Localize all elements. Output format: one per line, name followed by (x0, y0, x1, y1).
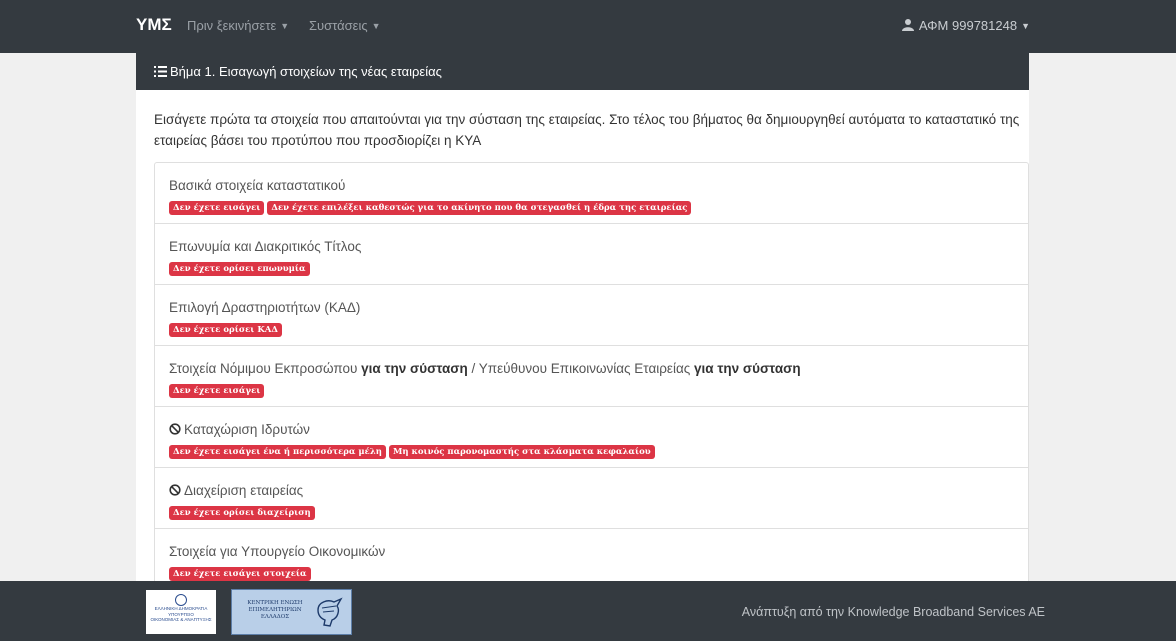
user-menu-label: ΑΦΜ 999781248 (918, 18, 1018, 33)
steps-list: Βασικά στοιχεία καταστατικού Δεν έχετε ε… (154, 162, 1029, 591)
hermes-head-icon (317, 597, 343, 627)
card-header-title: Βήμα 1. Εισαγωγή στοιχείων της νέας εται… (170, 64, 442, 79)
item-title-text: Καταχώριση Ιδρυτών (184, 422, 310, 437)
user-icon (901, 19, 914, 31)
ministry-logo-line: ΕΛΛΗΝΙΚΗ ΔΗΜΟΚΡΑΤΙΑ (154, 606, 208, 611)
status-badge: Δεν έχετε εισάγει (169, 201, 265, 215)
status-badge: Δεν έχετε εισάγει στοιχεία (169, 567, 311, 581)
item-title: Στοιχεία για Υπουργείο Οικονομικών (169, 544, 386, 559)
menu-before-you-start[interactable]: Πριν ξεκινήσετε ▼ (187, 18, 289, 33)
status-badge: Δεν έχετε εισάγει ένα ή περισσότερα μέλη (169, 445, 386, 459)
menu-before-you-start-label: Πριν ξεκινήσετε (187, 18, 277, 33)
item-title: Επιλογή Δραστηριοτήτων (ΚΑΔ) (169, 300, 361, 315)
item-title: Επωνυμία και Διακριτικός Τίτλος (169, 239, 362, 254)
item-title-part: Στοιχεία Νόμιμου Εκπροσώπου (169, 361, 362, 376)
menu-setups[interactable]: Συστάσεις ▼ (309, 18, 381, 33)
status-badge: Μη κοινός παρονομαστής στα κλάσματα κεφα… (388, 445, 655, 459)
emblem-icon (175, 594, 187, 606)
list-item-activities[interactable]: Επιλογή Δραστηριοτήτων (ΚΑΔ) Δεν έχετε ο… (155, 285, 1028, 346)
chambers-logo: ΚΕΝΤΡΙΚΗ ΕΝΩΣΗ ΕΠΙΜΕΛΗΤΗΡΙΩΝ ΕΛΛΑΔΟΣ (231, 589, 352, 635)
step-card: Βήμα 1. Εισαγωγή στοιχείων της νέας εται… (136, 53, 1029, 593)
status-badge: Δεν έχετε επιλέξει καθεστώς για το ακίνη… (267, 201, 692, 215)
caret-down-icon: ▼ (280, 21, 290, 31)
list-item-legal-representative[interactable]: Στοιχεία Νόμιμου Εκπροσώπου για την σύστ… (155, 346, 1028, 407)
footer: ΕΛΛΗΝΙΚΗ ΔΗΜΟΚΡΑΤΙΑ ΥΠΟΥΡΓΕΙΟ ΟΙΚΟΝΟΜΙΑΣ… (0, 581, 1176, 641)
chambers-logo-line: ΕΠΙΜΕΛΗΤΗΡΙΩΝ (248, 607, 302, 613)
intro-text: Εισάγετε πρώτα τα στοιχεία που απαιτούντ… (154, 112, 1020, 148)
list-item-company-name[interactable]: Επωνυμία και Διακριτικός Τίτλος Δεν έχετ… (155, 224, 1028, 285)
list-ordered-icon (154, 66, 167, 77)
chambers-logo-text: ΚΕΝΤΡΙΚΗ ΕΝΩΣΗ ΕΠΙΜΕΛΗΤΗΡΙΩΝ ΕΛΛΑΔΟΣ (240, 600, 310, 621)
ministry-logo-line: ΟΙΚΟΝΟΜΙΑΣ & ΑΝΑΠΤΥΞΗΣ (150, 617, 212, 622)
item-title-emphasis: για την σύσταση (361, 361, 468, 376)
caret-down-icon: ▼ (371, 21, 381, 31)
card-header: Βήμα 1. Εισαγωγή στοιχείων της νέας εται… (136, 53, 1029, 90)
status-badge: Δεν έχετε ορίσει ΚΑΔ (169, 323, 282, 337)
list-item-basic-statute[interactable]: Βασικά στοιχεία καταστατικού Δεν έχετε ε… (155, 163, 1028, 224)
footer-credit: Ανάπτυξη από την Knowledge Broadband Ser… (741, 605, 1045, 619)
item-title: Καταχώριση Ιδρυτών (169, 421, 1028, 438)
ban-icon (169, 423, 181, 435)
top-navbar: ΥΜΣ Πριν ξεκινήσετε ▼ Συστάσεις ▼ ΑΦΜ 9997… (0, 0, 1176, 53)
item-title: Βασικά στοιχεία καταστατικού (169, 178, 346, 193)
chambers-logo-line: ΕΛΛΑΔΟΣ (260, 614, 290, 620)
item-title: Διαχείριση εταιρείας (169, 482, 1028, 499)
brand-logo[interactable]: ΥΜΣ (136, 15, 172, 35)
status-badge: Δεν έχετε ορίσει διαχείριση (169, 506, 315, 520)
ministry-logo: ΕΛΛΗΝΙΚΗ ΔΗΜΟΚΡΑΤΙΑ ΥΠΟΥΡΓΕΙΟ ΟΙΚΟΝΟΜΙΑΣ… (146, 590, 216, 634)
item-title: Στοιχεία Νόμιμου Εκπροσώπου για την σύστ… (169, 360, 1028, 377)
menu-setups-label: Συστάσεις (309, 18, 368, 33)
status-badge: Δεν έχετε εισάγει (169, 384, 265, 398)
caret-down-icon: ▼ (1021, 21, 1030, 31)
user-menu[interactable]: ΑΦΜ 999781248 ▼ (901, 18, 1030, 33)
chambers-logo-line: ΚΕΝΤΡΙΚΗ ΕΝΩΣΗ (247, 600, 303, 606)
item-title-emphasis: για την σύσταση (694, 361, 801, 376)
status-badge: Δεν έχετε ορίσει επωνυμία (169, 262, 310, 276)
item-title-part: / Υπεύθυνου Επικοινωνίας Εταιρείας (467, 361, 695, 376)
list-item-management[interactable]: Διαχείριση εταιρείας Δεν έχετε ορίσει δι… (155, 468, 1028, 529)
item-title-text: Διαχείριση εταιρείας (184, 483, 304, 498)
ban-icon (169, 484, 181, 496)
list-item-founders[interactable]: Καταχώριση Ιδρυτών Δεν έχετε εισάγει ένα… (155, 407, 1028, 468)
